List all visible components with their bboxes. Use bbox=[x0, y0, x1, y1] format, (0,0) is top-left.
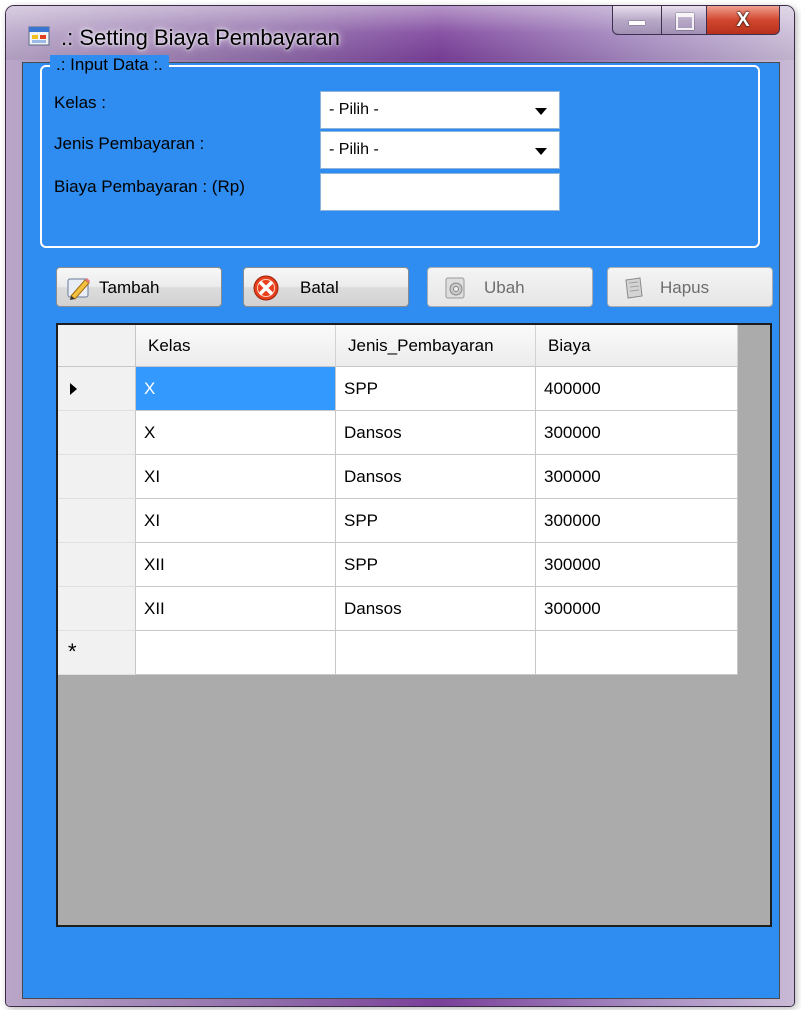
table-cell-jenis[interactable]: SPP bbox=[336, 543, 536, 587]
row-header[interactable] bbox=[58, 587, 136, 631]
table-cell-biaya[interactable]: 300000 bbox=[536, 543, 738, 587]
kelas-label: Kelas : bbox=[54, 93, 106, 112]
grid-corner-header[interactable] bbox=[58, 325, 136, 367]
tambah-button-label: Tambah bbox=[99, 278, 160, 297]
form-client-area: .: Input Data :. Kelas : - Pilih - Jenis… bbox=[22, 55, 780, 999]
ubah-button[interactable]: Ubah bbox=[427, 267, 593, 307]
row-header[interactable] bbox=[58, 543, 136, 587]
jenis-pembayaran-combobox-value: - Pilih - bbox=[329, 141, 379, 158]
table-cell-jenis[interactable]: SPP bbox=[336, 499, 536, 543]
batal-button[interactable]: Batal bbox=[243, 267, 409, 307]
jenis-pembayaran-combobox[interactable]: - Pilih - bbox=[320, 131, 560, 169]
table-cell-biaya[interactable]: 300000 bbox=[536, 587, 738, 631]
new-row-asterisk-icon: * bbox=[68, 639, 77, 664]
hapus-button-label: Hapus bbox=[660, 278, 710, 297]
table-cell-jenis[interactable]: SPP bbox=[336, 367, 536, 411]
minimize-icon bbox=[629, 21, 645, 25]
cancel-icon bbox=[253, 275, 279, 301]
new-row-cell-jenis[interactable] bbox=[336, 631, 536, 675]
table-cell-kelas[interactable]: XI bbox=[136, 455, 336, 499]
batal-button-label: Batal bbox=[300, 278, 339, 297]
table-cell-kelas[interactable]: X bbox=[136, 367, 336, 411]
groupbox-legend: .: Input Data :. bbox=[50, 55, 169, 75]
table-cell-biaya[interactable]: 300000 bbox=[536, 455, 738, 499]
table-cell-kelas[interactable]: XII bbox=[136, 587, 336, 631]
kelas-combobox[interactable]: - Pilih - bbox=[320, 91, 560, 129]
column-header-jenis-pembayaran[interactable]: Jenis_Pembayaran bbox=[336, 325, 536, 367]
row-header[interactable] bbox=[58, 411, 136, 455]
table-cell-kelas[interactable]: X bbox=[136, 411, 336, 455]
windows-form-icon bbox=[28, 26, 50, 46]
title-bar[interactable]: .: Setting Biaya Pembayaran X bbox=[6, 6, 794, 60]
close-icon: X bbox=[736, 9, 750, 31]
table-cell-biaya[interactable]: 300000 bbox=[536, 499, 738, 543]
jenis-pembayaran-label: Jenis Pembayaran : bbox=[54, 134, 205, 153]
caption-buttons: X bbox=[612, 6, 780, 36]
table-cell-jenis[interactable]: Dansos bbox=[336, 455, 536, 499]
new-row-cell-kelas[interactable] bbox=[136, 631, 336, 675]
edit-icon bbox=[445, 277, 465, 299]
delete-icon bbox=[625, 277, 643, 299]
kelas-combobox-value: - Pilih - bbox=[329, 101, 379, 118]
tambah-button[interactable]: Tambah bbox=[56, 267, 222, 307]
app-window: .: Setting Biaya Pembayaran X .: Input D… bbox=[6, 6, 794, 1006]
row-header[interactable] bbox=[58, 367, 136, 411]
current-row-arrow-icon bbox=[70, 383, 77, 395]
table-cell-kelas[interactable]: XII bbox=[136, 543, 336, 587]
pencil-icon bbox=[67, 278, 90, 300]
table-cell-biaya[interactable]: 400000 bbox=[536, 367, 738, 411]
column-header-biaya[interactable]: Biaya bbox=[536, 325, 738, 367]
chevron-down-icon[interactable] bbox=[535, 108, 547, 115]
table-cell-biaya[interactable]: 300000 bbox=[536, 411, 738, 455]
hapus-button[interactable]: Hapus bbox=[607, 267, 773, 307]
new-row-header[interactable]: * bbox=[58, 631, 136, 675]
close-button[interactable]: X bbox=[707, 6, 780, 35]
minimize-button[interactable] bbox=[612, 6, 662, 35]
maximize-icon bbox=[676, 13, 694, 30]
input-data-groupbox: .: Input Data :. Kelas : - Pilih - Jenis… bbox=[40, 55, 760, 248]
column-header-kelas[interactable]: Kelas bbox=[136, 325, 336, 367]
biaya-pembayaran-input[interactable] bbox=[320, 173, 560, 211]
row-header[interactable] bbox=[58, 499, 136, 543]
data-grid[interactable]: Kelas Jenis_Pembayaran Biaya X SPP 40000… bbox=[56, 323, 772, 927]
row-header[interactable] bbox=[58, 455, 136, 499]
window-title: .: Setting Biaya Pembayaran bbox=[61, 25, 340, 50]
ubah-button-label: Ubah bbox=[484, 278, 525, 297]
table-cell-jenis[interactable]: Dansos bbox=[336, 587, 536, 631]
biaya-pembayaran-label: Biaya Pembayaran : (Rp) bbox=[54, 177, 245, 196]
new-row-cell-biaya[interactable] bbox=[536, 631, 738, 675]
table-cell-kelas[interactable]: XI bbox=[136, 499, 336, 543]
chevron-down-icon[interactable] bbox=[535, 148, 547, 155]
table-cell-jenis[interactable]: Dansos bbox=[336, 411, 536, 455]
maximize-button[interactable] bbox=[662, 6, 707, 35]
